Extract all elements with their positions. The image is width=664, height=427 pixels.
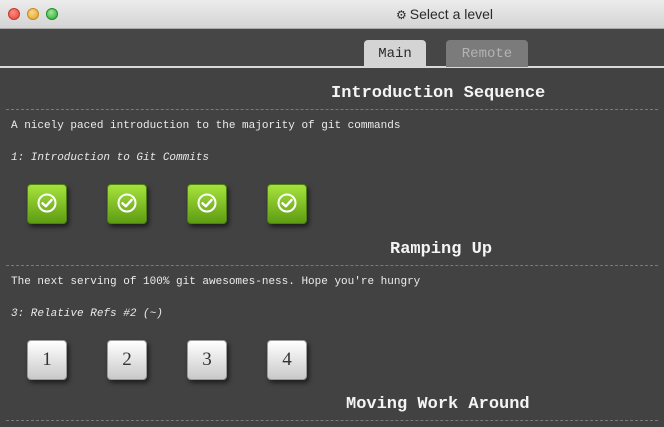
section-divider bbox=[6, 109, 658, 110]
current-level-label: 1: Introduction to Git Commits bbox=[11, 152, 210, 164]
level-button-2[interactable] bbox=[107, 184, 147, 224]
gear-icon: ⚙ bbox=[396, 8, 407, 22]
section-title-moving-work-around: Moving Work Around bbox=[346, 395, 530, 414]
section-description: A nicely paced introduction to the major… bbox=[11, 120, 401, 132]
checkmark-icon bbox=[197, 193, 217, 213]
tab-bar: Main Remote bbox=[0, 29, 664, 68]
tab-remote[interactable]: Remote bbox=[446, 40, 528, 67]
level-list[interactable]: Introduction Sequence A nicely paced int… bbox=[0, 68, 664, 427]
window-title: ⚙ Select a level bbox=[396, 6, 493, 22]
level-button-3[interactable] bbox=[187, 184, 227, 224]
window-title-text: Select a level bbox=[409, 6, 494, 22]
current-level-label: 3: Relative Refs #2 (~) bbox=[11, 308, 163, 320]
checkmark-icon bbox=[37, 193, 57, 213]
level-button-4[interactable]: 4 bbox=[267, 340, 307, 380]
section-title-introduction: Introduction Sequence bbox=[331, 84, 546, 103]
level-button-4[interactable] bbox=[267, 184, 307, 224]
minimize-window-button[interactable] bbox=[27, 8, 39, 20]
level-button-2[interactable]: 2 bbox=[107, 340, 147, 380]
section-title-ramping-up: Ramping Up bbox=[390, 240, 493, 259]
window-titlebar: ⚙ Select a level bbox=[0, 0, 664, 29]
level-button-1[interactable]: 1 bbox=[27, 340, 67, 380]
section-description: The next serving of 100% git awesomes-ne… bbox=[11, 276, 421, 288]
section-divider bbox=[6, 420, 658, 421]
level-button-1[interactable] bbox=[27, 184, 67, 224]
checkmark-icon bbox=[277, 193, 297, 213]
checkmark-icon bbox=[117, 193, 137, 213]
level-button-3[interactable]: 3 bbox=[187, 340, 227, 380]
maximize-window-button[interactable] bbox=[46, 8, 58, 20]
close-window-button[interactable] bbox=[8, 8, 20, 20]
tab-main[interactable]: Main bbox=[364, 40, 426, 67]
section-divider bbox=[6, 265, 658, 266]
